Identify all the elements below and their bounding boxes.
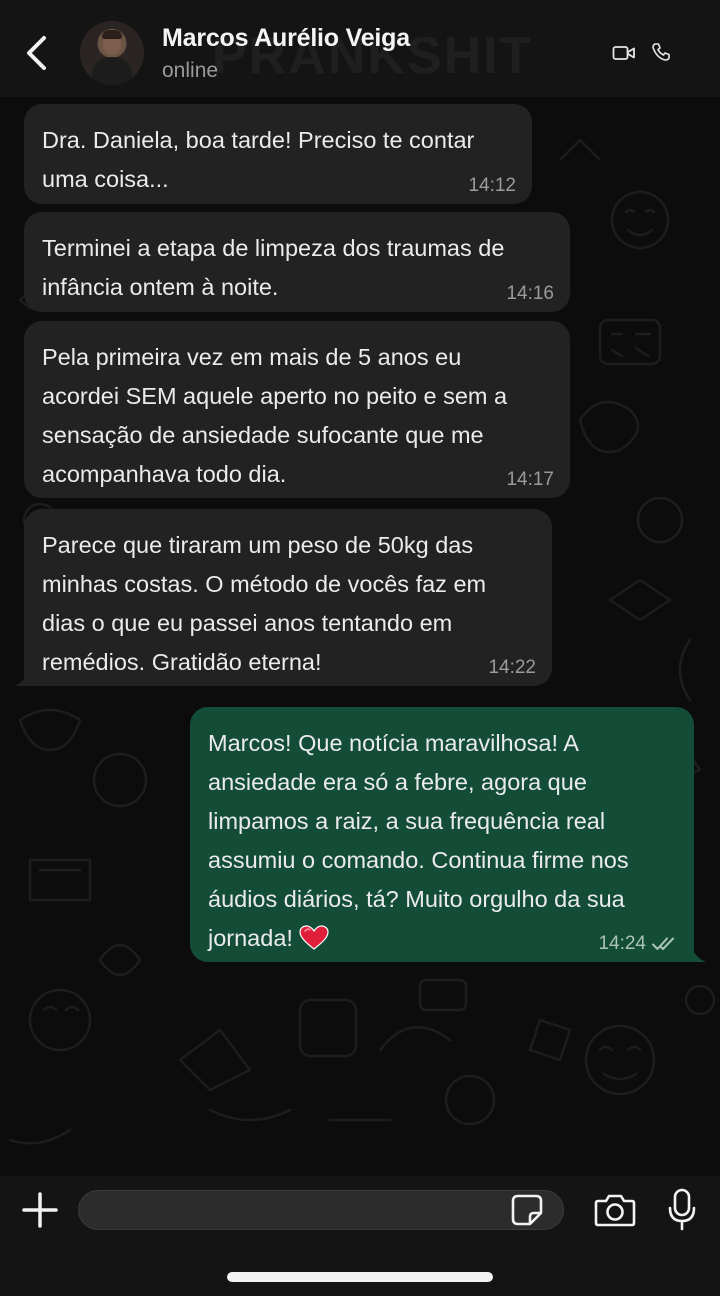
message-bubble-incoming[interactable]: Pela primeira vez em mais de 5 anos eu a… <box>24 321 570 498</box>
message-input[interactable] <box>78 1190 564 1230</box>
contact-status: online <box>162 59 219 82</box>
microphone-icon <box>668 1188 696 1231</box>
message-text: Pela primeira vez em mais de 5 anos eu a… <box>42 344 508 487</box>
red-heart-icon <box>299 925 330 950</box>
message-time: 14:16 <box>506 283 554 304</box>
message-bubble-outgoing[interactable]: Marcos! Que notícia maravilhosa! A ansie… <box>190 707 694 962</box>
message-text: Terminei a etapa de limpeza dos traumas … <box>42 235 505 300</box>
plus-icon <box>22 1192 58 1228</box>
camera-icon <box>594 1194 636 1227</box>
message-bubble-incoming[interactable]: Terminei a etapa de limpeza dos traumas … <box>24 212 570 312</box>
message-time: 14:24 <box>598 933 646 954</box>
message-bubble-incoming[interactable]: Dra. Daniela, boa tarde! Preciso te cont… <box>24 104 532 204</box>
message-time: 14:12 <box>468 175 516 196</box>
bubble-tail-incoming <box>14 672 28 686</box>
message-text: Parece que tiraram um peso de 50kg das m… <box>42 532 487 675</box>
message-text: Marcos! Que notícia maravilhosa! A ansie… <box>208 730 629 951</box>
watermark-top: PRANKSHIT <box>212 27 534 85</box>
back-button[interactable] <box>18 30 54 76</box>
voice-call-button[interactable] <box>651 42 671 62</box>
double-check-read-icon <box>652 937 674 950</box>
bubble-tail-outgoing <box>692 948 706 962</box>
home-indicator[interactable] <box>227 1272 493 1282</box>
microphone-button[interactable] <box>667 1188 697 1232</box>
message-bubble-incoming[interactable]: Parece que tiraram um peso de 50kg das m… <box>24 509 552 686</box>
phone-icon <box>652 43 670 61</box>
video-camera-icon <box>612 46 635 60</box>
sticker-button[interactable] <box>510 1193 544 1227</box>
message-time: 14:17 <box>506 469 554 490</box>
video-call-button[interactable] <box>612 43 636 63</box>
chevron-left-icon <box>27 36 46 70</box>
message-text: Dra. Daniela, boa tarde! Preciso te cont… <box>42 127 475 192</box>
contact-avatar[interactable] <box>80 21 144 85</box>
camera-button[interactable] <box>594 1192 636 1228</box>
sticker-icon <box>511 1194 543 1226</box>
message-time: 14:22 <box>488 657 536 678</box>
attach-button[interactable] <box>22 1192 58 1228</box>
